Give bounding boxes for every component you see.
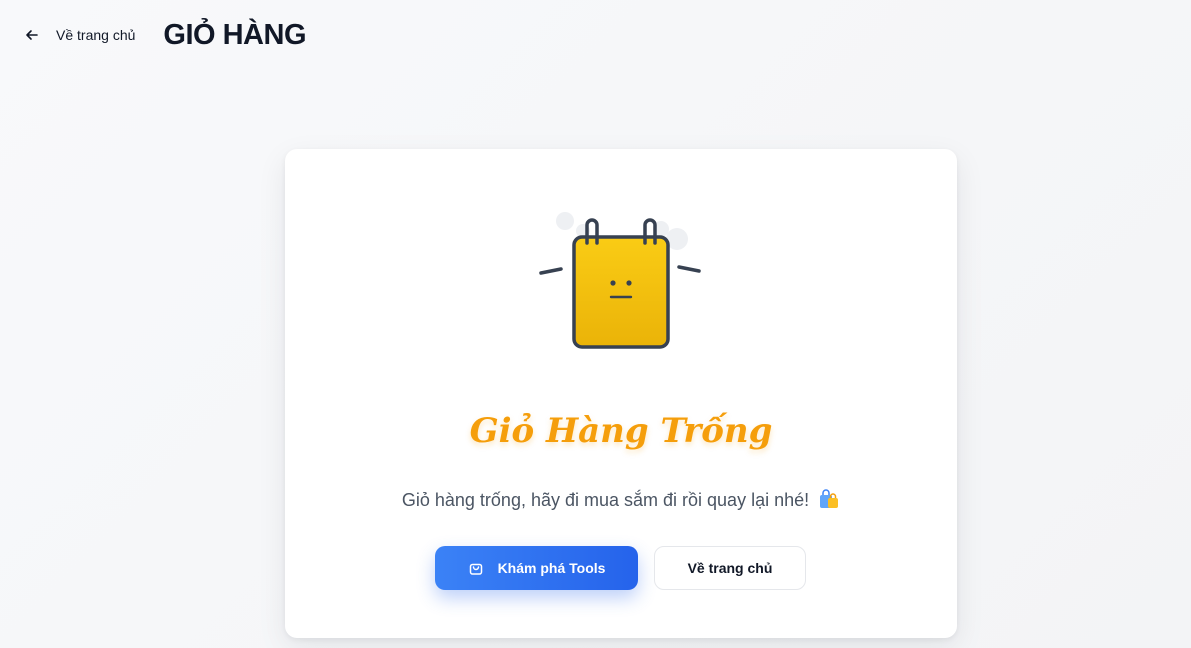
action-buttons: Khám phá Tools Về trang chủ: [435, 546, 806, 590]
sad-notepad-illustration: [539, 212, 701, 349]
back-home-label: Về trang chủ: [56, 27, 136, 43]
explore-tools-label: Khám phá Tools: [497, 560, 606, 576]
arrow-left-icon: [26, 30, 38, 40]
empty-cart-title: Giỏ Hàng Trống: [469, 411, 773, 451]
page-title: GIỎ HÀNG: [163, 18, 307, 51]
empty-cart-message: Giỏ hàng trống, hãy đi mua sắm đi rồi qu…: [285, 489, 957, 511]
top-bar: Về trang chủ GIỎ HÀNG: [0, 0, 1191, 70]
go-home-button[interactable]: Về trang chủ: [654, 546, 806, 590]
back-home-link[interactable]: Về trang chủ: [24, 27, 135, 43]
shopping-bag-icon: [469, 563, 482, 575]
explore-tools-button[interactable]: Khám phá Tools: [435, 546, 638, 590]
empty-cart-message-text: Giỏ hàng trống, hãy đi mua sắm đi rồi qu…: [401, 490, 810, 510]
empty-cart-card: Giỏ Hàng Trống Giỏ hàng trống, hãy đi mu…: [285, 149, 957, 638]
shopping-bags-emoji-icon: [820, 489, 839, 508]
